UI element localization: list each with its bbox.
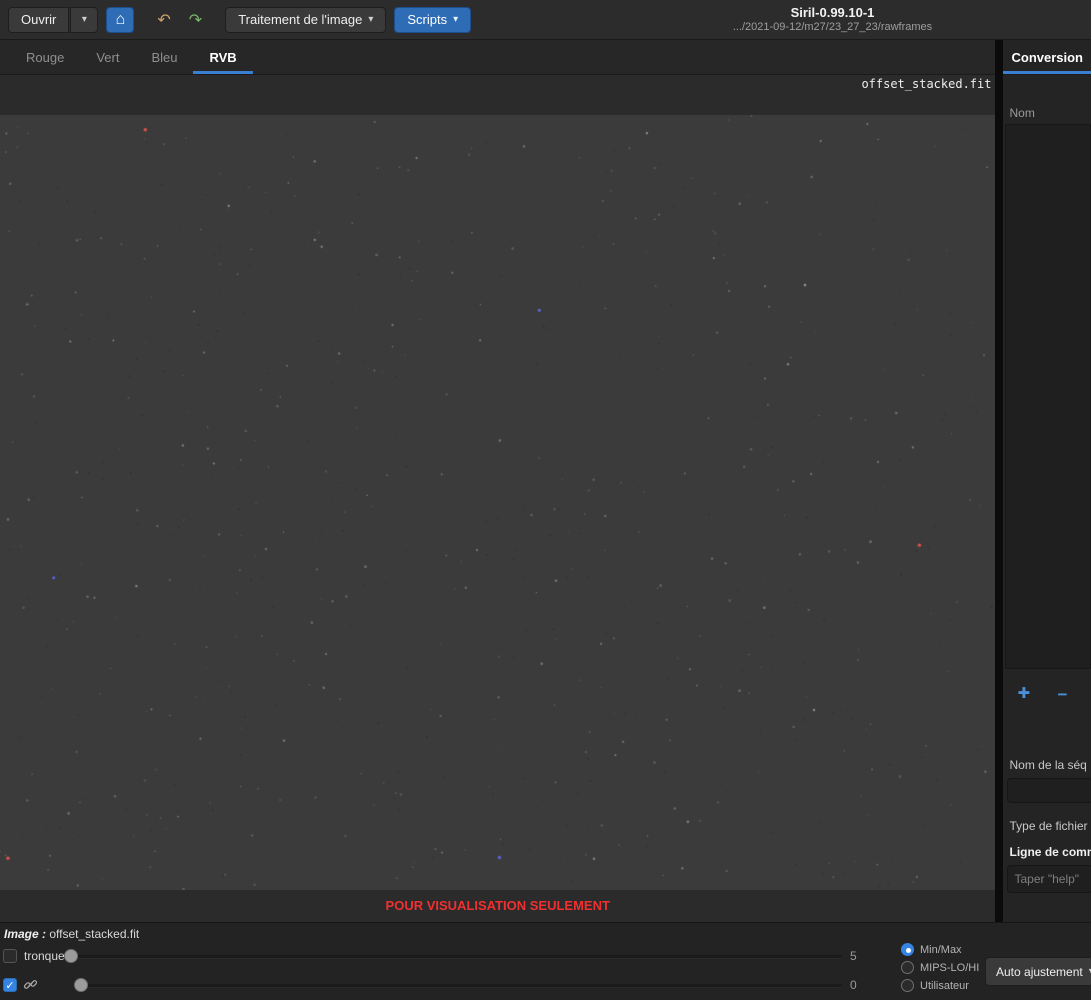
tab-vert[interactable]: Vert <box>80 40 135 74</box>
image-label-key: Image : <box>4 927 47 941</box>
truncate-label: tronquer <box>24 949 69 963</box>
file-list[interactable] <box>1005 124 1091 669</box>
sequence-name-label: Nom de la séq <box>1009 758 1087 772</box>
header-bar: Ouvrir ▾ ⌂ ↶ ↷ Traitement de l'image ▾ S… <box>0 0 1091 40</box>
tab-bleu[interactable]: Bleu <box>135 40 193 74</box>
channel-tabstrip: Rouge Vert Bleu RVB <box>0 40 996 75</box>
radio-utilisateur-label: Utilisateur <box>920 979 969 992</box>
image-processing-menu-button[interactable]: Traitement de l'image ▾ <box>225 6 387 33</box>
image-viewer[interactable]: offset_stacked.fit POUR VISUALISATION SE… <box>0 75 996 922</box>
high-level-value: 5 <box>850 949 857 963</box>
image-processing-menu-label: Traitement de l'image <box>238 12 363 27</box>
conversion-panel: Conversion Nom ✚ − Nom de la séq Type de… <box>995 40 1091 922</box>
low-level-slider[interactable] <box>74 978 842 992</box>
home-button[interactable]: ⌂ <box>106 6 135 33</box>
check-icon: ✓ <box>5 980 15 992</box>
image-filename-overlay: offset_stacked.fit <box>861 77 992 91</box>
radio-minmax-label: Min/Max <box>920 943 962 956</box>
window-title-block: Siril-0.99.10-1 .../2021-09-12/m27/23_27… <box>660 5 1005 33</box>
open-button-group: Ouvrir ▾ <box>8 6 99 33</box>
siril-window: Ouvrir ▾ ⌂ ↶ ↷ Traitement de l'image ▾ S… <box>0 0 1091 1000</box>
link-channels-icon[interactable] <box>23 977 38 997</box>
slider-handle[interactable] <box>64 949 78 963</box>
working-directory-path: .../2021-09-12/m27/23_27_23/rawframes <box>732 21 933 33</box>
auto-adjust-button[interactable]: Auto ajustement ▾ <box>985 957 1091 986</box>
tab-rouge[interactable]: Rouge <box>10 40 80 74</box>
scripts-menu-label: Scripts <box>407 12 448 27</box>
truncate-checkbox[interactable] <box>3 949 17 963</box>
radio-minmax[interactable]: Min/Max <box>901 943 962 956</box>
window-title: Siril-0.99.10-1 <box>790 5 875 20</box>
star-canvas <box>0 115 996 890</box>
current-image-label: Image : offset_stacked.fit <box>4 927 139 941</box>
image-label-filename: offset_stacked.fit <box>49 927 140 941</box>
low-level-value: 0 <box>850 978 857 992</box>
open-dropdown-button[interactable]: ▾ <box>70 6 99 33</box>
radio-utilisateur[interactable]: Utilisateur <box>901 979 969 992</box>
redo-button[interactable]: ↷ <box>180 7 211 33</box>
home-icon: ⌂ <box>115 10 126 28</box>
panel-tabstrip: Conversion <box>1003 40 1091 75</box>
visualisation-warning: POUR VISUALISATION SEULEMENT <box>385 898 610 913</box>
file-type-label: Type de fichier <box>1009 819 1088 833</box>
sequence-name-input[interactable] <box>1007 778 1091 803</box>
scripts-menu-button[interactable]: Scripts ▾ <box>394 6 472 33</box>
chevron-down-icon: ▾ <box>368 13 374 25</box>
tab-rvb[interactable]: RVB <box>193 40 252 74</box>
command-line-input[interactable] <box>1007 865 1091 893</box>
plus-icon: ✚ <box>1017 685 1031 702</box>
radio-mips-lo-hi[interactable]: MIPS-LO/HI <box>901 961 979 974</box>
image-canvas-frame[interactable] <box>0 115 996 890</box>
slider-track <box>74 984 842 987</box>
radio-button-icon <box>901 961 914 974</box>
radio-mips-label: MIPS-LO/HI <box>920 961 980 974</box>
minus-icon: − <box>1057 685 1068 704</box>
slider-handle[interactable] <box>74 978 88 992</box>
undo-button[interactable]: ↶ <box>148 7 179 33</box>
display-controls-bar: Image : offset_stacked.fit tronquer 5 ✓ … <box>0 922 1091 1000</box>
low-cut-checkbox[interactable]: ✓ <box>3 978 17 992</box>
radio-button-icon <box>901 979 914 992</box>
add-files-button[interactable]: ✚ <box>1017 686 1030 701</box>
undo-icon: ↶ <box>157 11 171 29</box>
tab-conversion[interactable]: Conversion <box>1003 40 1091 74</box>
high-level-slider[interactable] <box>64 949 842 963</box>
open-button[interactable]: Ouvrir <box>8 6 70 33</box>
command-line-label: Ligne de comma <box>1009 845 1091 859</box>
slider-track <box>64 955 842 958</box>
chevron-down-icon: ▾ <box>453 13 459 25</box>
redo-icon: ↷ <box>188 11 203 29</box>
auto-adjust-label: Auto ajustement <box>996 964 1083 979</box>
radio-button-icon <box>901 943 914 956</box>
file-list-column-header: Nom <box>1009 106 1035 120</box>
chevron-down-icon: ▾ <box>81 13 87 25</box>
remove-files-button[interactable]: − <box>1057 686 1067 703</box>
